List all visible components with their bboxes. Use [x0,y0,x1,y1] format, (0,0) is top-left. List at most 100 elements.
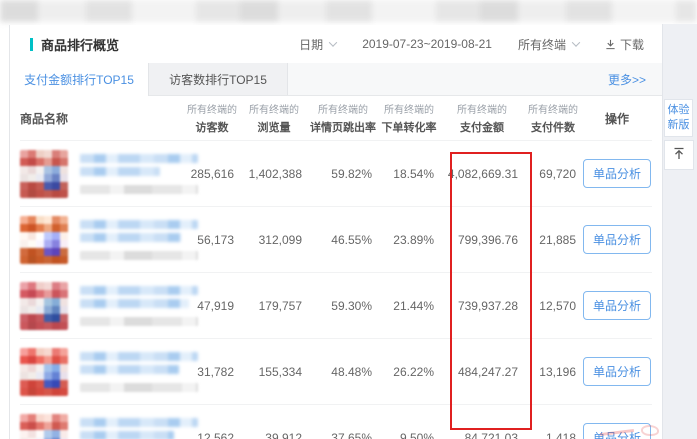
page-views-value: 179,757 [240,299,308,313]
item-analysis-button[interactable]: 单品分析 [583,291,651,320]
blurred-subtitle-line [80,251,198,260]
blurred-title-line [80,167,160,176]
conversion-rate-value: 21.44% [378,299,440,313]
page-views-value: 39,912 [240,431,308,439]
blurred-title-line [80,365,179,374]
product-image [20,282,68,330]
ranking-table: 商品名称 所有终端的 访客数 所有终端的 浏览量 所有终端的 详情页跳出率 所有… [10,96,662,439]
tab-bar: 支付金额排行TOP15 访客数排行TOP15 更多>> [10,63,662,96]
tab-payment-amount-ranking[interactable]: 支付金额排行TOP15 [10,63,149,96]
product-title-blurred [80,220,198,260]
panel-title: 商品排行概览 [41,35,119,54]
product-image [20,216,68,264]
conversion-rate-value: 23.89% [378,233,440,247]
blurred-subtitle-line [80,185,198,194]
header-prefix: 所有终端的 [528,101,578,116]
terminal-filter-label: 所有终端 [518,36,566,53]
accent-bar [30,38,33,51]
table-row: 31,782 155,334 48.48% 26.22% 484,247.27 … [20,338,652,404]
header-metric-label: 支付件数 [531,119,575,135]
terminal-filter-dropdown[interactable]: 所有终端 [518,36,579,53]
header-prefix: 所有终端的 [457,101,507,116]
header-conversion-rate: 所有终端的 下单转化率 [378,101,440,135]
visitors-value: 47,919 [184,299,240,313]
tab-visitor-count-ranking[interactable]: 访客数排行TOP15 [149,63,288,95]
payment-items-value: 21,885 [524,233,582,247]
blurred-title-line [80,418,198,427]
header-metric-label: 浏览量 [258,119,291,135]
page-views-value: 155,334 [240,365,308,379]
payment-items-value: 12,570 [524,299,582,313]
visitors-value: 56,173 [184,233,240,247]
bounce-rate-value: 37.65% [308,431,378,439]
payment-items-value: 69,720 [524,167,582,181]
header-prefix: 所有终端的 [249,101,299,116]
product-cell[interactable] [20,282,184,330]
screen: 商品排行概览 日期 2019-07-23~2019-08-21 所有终端 下载 [0,0,697,439]
item-analysis-button[interactable]: 单品分析 [583,225,651,254]
table-row: 285,616 1,402,388 59.82% 18.54% 4,082,66… [20,140,652,206]
blurred-title-line [80,431,174,439]
toolbar: 日期 2019-07-23~2019-08-21 所有终端 下载 [299,36,644,53]
page-views-value: 1,402,388 [240,167,308,181]
new-version-button[interactable]: 体验新版 [664,99,693,137]
table-row: 47,919 179,757 59.30% 21.44% 739,937.28 … [20,272,652,338]
right-gutter [662,24,697,439]
blurred-subtitle-line [80,383,198,392]
date-range-value[interactable]: 2019-07-23~2019-08-21 [362,37,492,51]
back-to-top-button[interactable] [664,140,694,170]
actions-cell: 单品分析 [582,159,652,188]
header-payment-items: 所有终端的 支付件数 [524,101,582,135]
blurred-title-line [80,154,198,163]
bounce-rate-value: 59.30% [308,299,378,313]
payment-items-value: 1,418 [524,431,582,439]
bounce-rate-value: 59.82% [308,167,378,181]
table-header-row: 商品名称 所有终端的 访客数 所有终端的 浏览量 所有终端的 详情页跳出率 所有… [20,96,652,140]
download-icon [605,39,616,50]
header-payment-amount: 所有终端的 支付金额 [440,101,524,135]
header-page-views: 所有终端的 浏览量 [240,101,308,135]
page-views-value: 312,099 [240,233,308,247]
header-prefix: 所有终端的 [318,101,368,116]
bounce-rate-value: 48.48% [308,365,378,379]
download-label: 下载 [620,36,644,53]
table-row: 12,562 39,912 37.65% 9.50% 84,721.03 1,4… [20,404,652,439]
visitors-value: 285,616 [184,167,240,181]
actions-cell: 单品分析 [582,357,652,386]
blurred-page-background [0,0,697,22]
date-filter-dropdown[interactable]: 日期 [299,36,336,53]
item-analysis-button[interactable]: 单品分析 [583,357,651,386]
back-to-top-icon [672,146,686,165]
header-actions: 操作 [582,110,652,127]
blurred-title-line [80,352,198,361]
blurred-title-line [80,286,198,295]
item-analysis-button[interactable]: 单品分析 [583,159,651,188]
conversion-rate-value: 26.22% [378,365,440,379]
actions-cell: 单品分析 [582,225,652,254]
visitors-value: 12,562 [184,431,240,439]
header-metric-label: 详情页跳出率 [310,119,376,135]
header-metric-label: 下单转化率 [382,119,437,135]
product-cell[interactable] [20,150,184,198]
red-scribble-mark [641,425,659,436]
header-bounce-rate: 所有终端的 详情页跳出率 [308,101,378,135]
bounce-rate-value: 46.55% [308,233,378,247]
date-filter-label: 日期 [299,36,323,53]
download-button[interactable]: 下载 [605,36,644,53]
blurred-title-line [80,220,198,229]
panel-header: 商品排行概览 日期 2019-07-23~2019-08-21 所有终端 下载 [10,25,662,63]
table-row: 56,173 312,099 46.55% 23.89% 799,396.76 … [20,206,652,272]
header-prefix: 所有终端的 [384,101,434,116]
product-ranking-panel: 商品排行概览 日期 2019-07-23~2019-08-21 所有终端 下载 [9,25,662,439]
more-link[interactable]: 更多>> [608,71,662,88]
payment-amount-value: 84,721.03 [440,431,524,439]
product-cell[interactable] [20,348,184,396]
product-title-blurred [80,418,198,439]
conversion-rate-value: 9.50% [378,431,440,439]
title-wrap: 商品排行概览 [30,35,119,54]
product-image [20,150,68,198]
product-cell[interactable] [20,216,184,264]
blurred-title-line [80,233,181,242]
header-visitors: 所有终端的 访客数 [184,101,240,135]
product-cell[interactable] [20,414,184,439]
